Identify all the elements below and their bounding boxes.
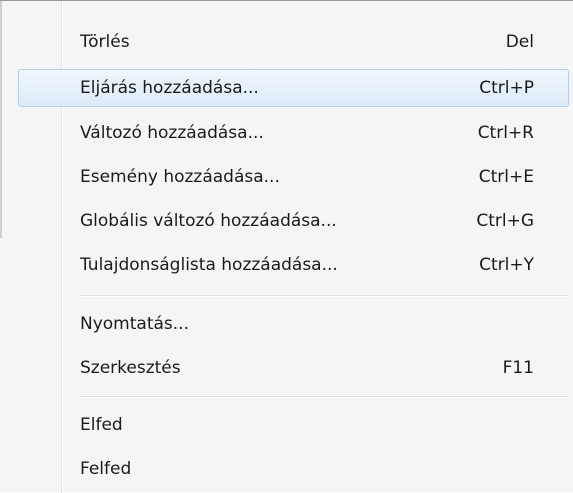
menu-item-label: Eljárás hozzáadása... xyxy=(80,78,259,98)
menu-item-shortcut: Ctrl+P xyxy=(479,78,534,98)
menu-item-edit[interactable]: Szerkesztés F11 xyxy=(18,349,569,387)
menu-item-shortcut: Ctrl+Y xyxy=(479,255,534,275)
menu-item-add-event[interactable]: Esemény hozzáadása... Ctrl+E xyxy=(18,158,569,196)
menu-item-shortcut: F11 xyxy=(502,358,534,378)
menu-item-add-variable[interactable]: Változó hozzáadása... Ctrl+R xyxy=(18,114,569,152)
menu-item-label: Szerkesztés xyxy=(80,358,181,378)
menu-item-label: Felfed xyxy=(80,459,132,479)
window-edge xyxy=(0,1,2,238)
menu-item-add-global-variable[interactable]: Globális változó hozzáadása... Ctrl+G xyxy=(18,202,569,240)
menu-item-delete[interactable]: Törlés Del xyxy=(18,23,569,61)
menu-item-label: Esemény hozzáadása... xyxy=(80,167,280,187)
menu-item-add-procedure[interactable]: Eljárás hozzáadása... Ctrl+P xyxy=(18,69,569,107)
menu-item-shortcut: Ctrl+E xyxy=(478,167,534,187)
menu-item-collapse[interactable]: Elfed xyxy=(18,406,569,444)
menu-item-label: Tulajdonságlista hozzáadása... xyxy=(80,255,338,275)
menu-separator xyxy=(79,396,569,398)
menu-item-label: Változó hozzáadása... xyxy=(80,123,264,143)
menu-item-label: Globális változó hozzáadása... xyxy=(80,211,337,231)
menu-item-label: Törlés xyxy=(80,32,130,52)
menu-item-shortcut: Ctrl+G xyxy=(476,211,534,231)
context-menu: Törlés Del Eljárás hozzáadása... Ctrl+P … xyxy=(0,0,573,493)
menu-separator xyxy=(79,295,569,297)
menu-item-shortcut: Ctrl+R xyxy=(477,123,534,143)
menu-item-shortcut: Del xyxy=(505,32,534,52)
menu-item-print[interactable]: Nyomtatás... xyxy=(18,305,569,343)
menu-item-expand[interactable]: Felfed xyxy=(18,450,569,488)
menu-item-label: Elfed xyxy=(80,415,123,435)
menu-item-label: Nyomtatás... xyxy=(80,314,189,334)
menu-item-add-property-list[interactable]: Tulajdonságlista hozzáadása... Ctrl+Y xyxy=(18,246,569,284)
